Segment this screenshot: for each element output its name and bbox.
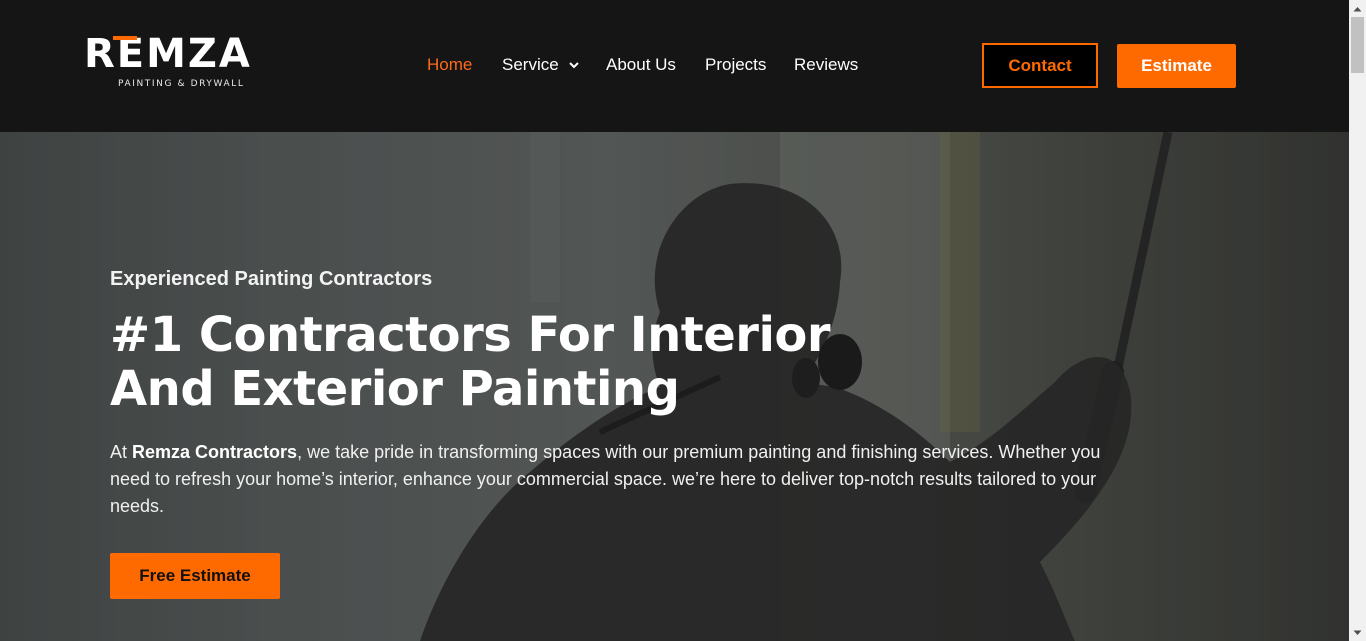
nav-item-projects[interactable]: Projects (705, 55, 766, 75)
hero-section: Experienced Painting Contractors #1 Cont… (0, 132, 1349, 641)
chevron-down-icon (569, 62, 580, 69)
scrollbar-thumb[interactable] (1351, 17, 1364, 73)
hero-headline: #1 Contractors For Interior And Exterior… (110, 307, 831, 417)
contact-button[interactable]: Contact (982, 43, 1098, 88)
nav-item-about-us[interactable]: About Us (606, 55, 676, 75)
nav-item-service-label: Service (502, 55, 559, 74)
page-scrollbar[interactable] (1349, 0, 1366, 641)
hero-description-prefix: At (110, 442, 133, 462)
logo-accent-bar (113, 36, 137, 40)
nav-item-reviews[interactable]: Reviews (794, 55, 858, 75)
brand-tagline: PAINTING & DRYWALL (118, 79, 245, 89)
free-estimate-button[interactable]: Free Estimate (110, 553, 280, 599)
scroll-up-arrow-icon[interactable] (1349, 0, 1366, 17)
hero-eyebrow: Experienced Painting Contractors (110, 268, 433, 290)
site-header: REMZA PAINTING & DRYWALL Home Service Ab… (0, 0, 1349, 132)
hero-description: At Remza Contractors, we take pride in t… (110, 439, 1120, 520)
brand-logo[interactable]: REMZA PAINTING & DRYWALL (84, 34, 274, 94)
hero-description-company: Remza Contractors (132, 442, 298, 462)
brand-name: REMZA (84, 31, 252, 77)
nav-item-service[interactable]: Service (502, 55, 580, 75)
estimate-button[interactable]: Estimate (1117, 44, 1236, 88)
nav-item-home[interactable]: Home (427, 55, 472, 75)
scroll-down-arrow-icon[interactable] (1349, 624, 1366, 641)
